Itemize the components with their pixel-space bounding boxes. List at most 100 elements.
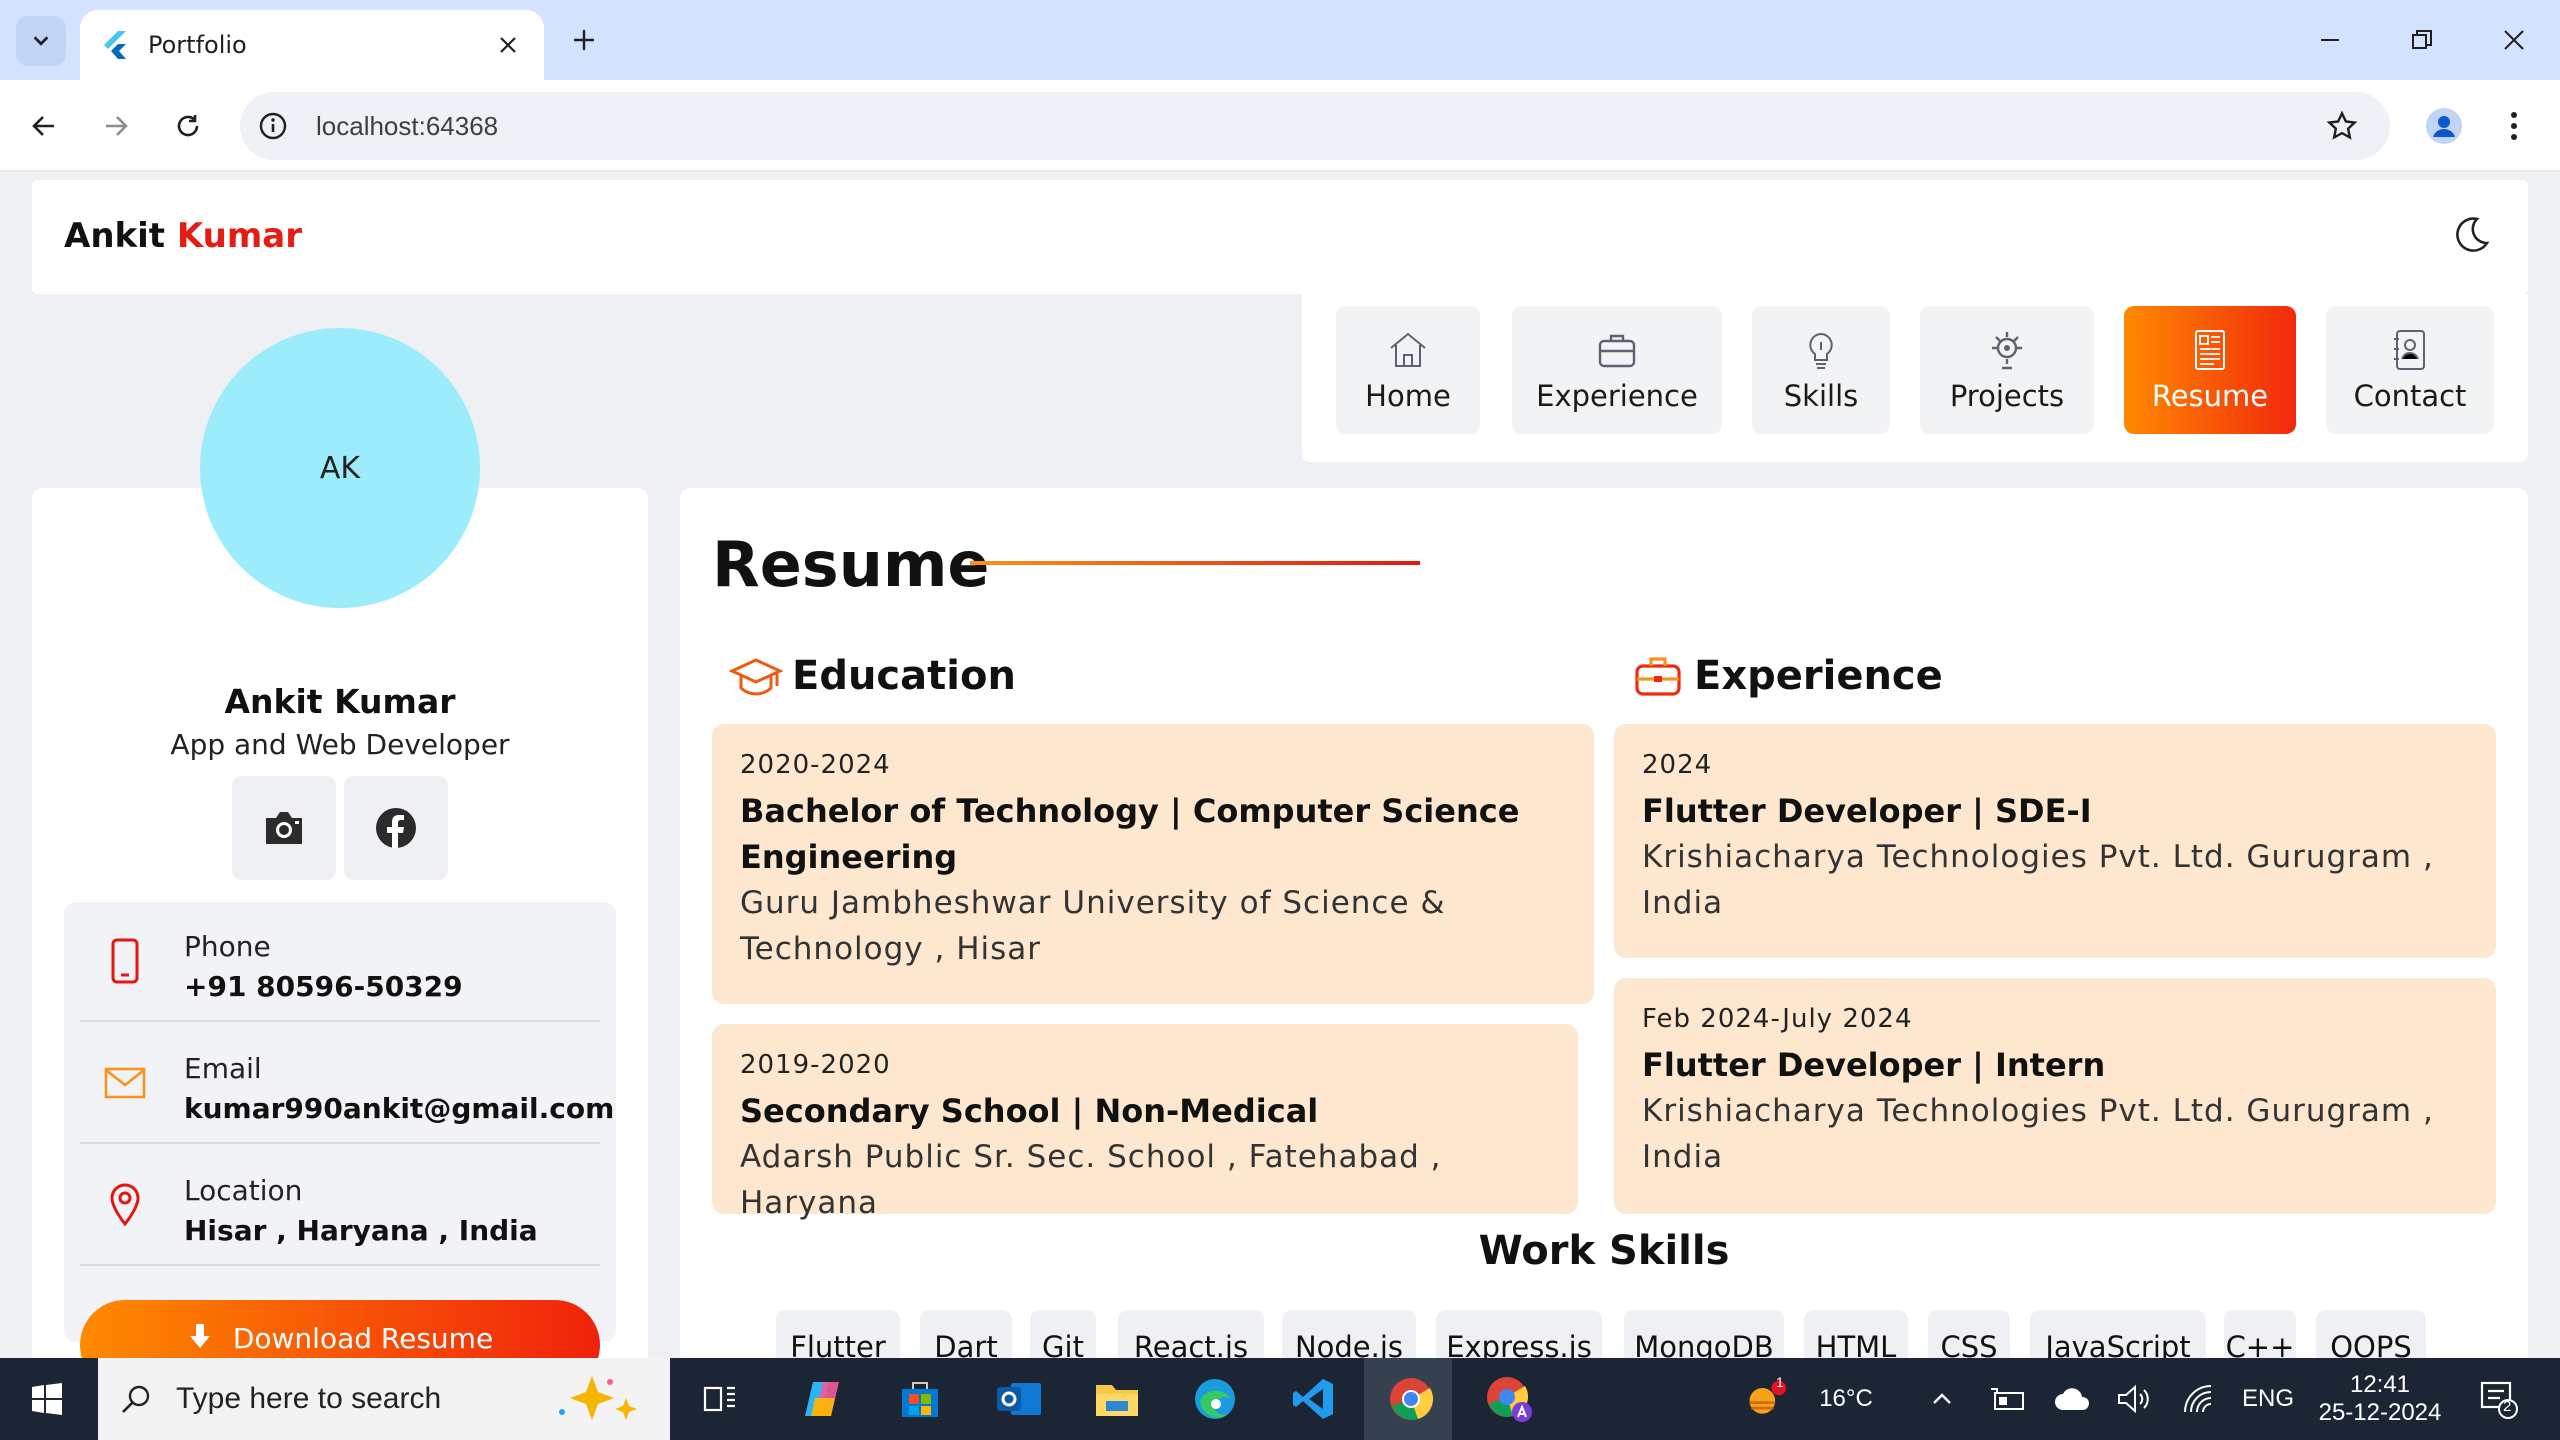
mail-icon [104,1067,146,1099]
portfolio-page: Ankit Kumar Home Experience Skills Proje… [0,172,2560,1358]
experience-role: Flutter Developer | Intern [1642,1046,2106,1084]
nav-projects[interactable]: Projects [1920,306,2094,434]
theme-toggle-button[interactable] [2446,210,2496,260]
briefcase-icon [1598,334,1636,368]
battery-icon [1991,1388,2024,1410]
experience-role: Flutter Developer | SDE-I [1642,792,2092,830]
new-tab-button[interactable] [564,18,604,62]
idea-gear-icon [1992,332,2022,370]
clock-time: 12:41 [2349,1371,2411,1398]
arrow-left-icon [32,116,54,136]
profile-name: Ankit Kumar [224,682,456,721]
task-view-button[interactable] [694,1370,746,1428]
nav-projects-label: Projects [1949,379,2065,413]
experience-years: Feb 2024-July 2024 [1642,1004,1913,1034]
language-indicator[interactable]: ENG [2240,1370,2296,1428]
volume-indicator[interactable] [2114,1370,2154,1428]
bookmark-button[interactable] [2322,106,2362,146]
nav-home-label: Home [1365,379,1451,413]
minimize-button[interactable] [2300,12,2360,68]
outlook-app[interactable] [992,1370,1046,1428]
battery-indicator[interactable] [1988,1370,2028,1428]
file-explorer-app[interactable] [1090,1370,1144,1428]
tab-close-button[interactable] [492,29,524,61]
profile-button[interactable] [2420,102,2468,150]
camera-icon [266,812,302,844]
outlook-icon [997,1383,1041,1415]
skill-chip: Node.js [1282,1310,1416,1358]
clock[interactable]: 12:41 25-12-2024 [2310,1370,2450,1428]
address-bar[interactable]: localhost:64368 [240,92,2390,160]
download-resume-button[interactable]: Download Resume [80,1300,600,1358]
tab-search-button[interactable] [16,16,66,66]
education-heading-text: Education [792,653,1016,699]
contact-location-row[interactable]: Location Hisar , Haryana , India [80,1146,600,1266]
site-header: Ankit Kumar [32,180,2528,294]
nav-home[interactable]: Home [1336,306,1480,434]
education-years: 2019-2020 [740,1050,891,1080]
education-heading: Education [728,648,1016,704]
network-indicator[interactable] [2178,1370,2218,1428]
edge-app[interactable] [1188,1370,1242,1428]
onedrive-indicator[interactable] [2052,1370,2092,1428]
microsoft-store-app[interactable] [894,1370,946,1428]
arrow-right-icon [106,116,128,136]
browser-tab-portfolio[interactable]: Portfolio [80,10,544,80]
notification-center-button[interactable]: 2 [2470,1370,2526,1428]
nav-contact[interactable]: Contact [2326,306,2494,434]
skill-chip: JavaScript [2030,1310,2206,1358]
nav-contact-label: Contact [2353,379,2467,413]
taskbar-search[interactable]: Type here to search [98,1358,670,1440]
browser-menu-button[interactable] [2490,102,2538,150]
tab-title: Portfolio [148,31,247,59]
start-button[interactable] [22,1370,72,1428]
chrome-app[interactable] [1384,1370,1438,1428]
info-icon[interactable] [258,111,288,141]
graduation-cap-icon [729,658,783,696]
url-text: localhost:64368 [316,110,499,141]
phone-value: +91 80596-50329 [184,970,463,1003]
contact-email-row[interactable]: Email kumar990ankit@gmail.com [80,1024,614,1144]
contact-phone-row[interactable]: Phone +91 80596-50329 [80,902,600,1022]
skill-chip: Express.js [1436,1310,1602,1358]
close-window-button[interactable] [2484,12,2544,68]
account-icon [2426,108,2462,144]
experience-company: Krishiacharya Technologies Pvt. Ltd. Gur… [1642,839,2434,921]
forward-button[interactable] [92,102,140,150]
vscode-app[interactable] [1286,1370,1340,1428]
lightbulb-icon [1809,332,1833,369]
facebook-icon [376,808,416,848]
cloud-icon [2055,1388,2090,1410]
store-icon [902,1382,938,1417]
nav-resume[interactable]: Resume [2124,306,2296,434]
reload-button[interactable] [164,102,212,150]
nav-experience[interactable]: Experience [1512,306,1722,434]
back-button[interactable] [20,102,68,150]
resume-section: Resume Education Experience 2020-2024 Ba… [680,488,2528,1358]
experience-heading: Experience [1630,648,1943,704]
restore-icon [2412,30,2432,49]
search-icon [122,1385,150,1413]
show-hidden-icons-button[interactable] [1924,1370,1960,1428]
location-value: Hisar , Haryana , India [184,1214,538,1247]
browser-toolbar: localhost:64368 [0,80,2560,172]
copilot-app[interactable] [796,1370,848,1428]
instagram-link[interactable] [232,776,336,880]
skill-chip: React.js [1118,1310,1264,1358]
clock-date: 25-12-2024 [2318,1399,2442,1426]
brand-logo[interactable]: Ankit Kumar [64,216,302,256]
chevron-down-icon [33,36,49,46]
restore-button[interactable] [2392,12,2452,68]
nav-skills[interactable]: Skills [1752,306,1890,434]
chrome-profile-app[interactable] [1482,1370,1536,1428]
nav-skills-label: Skills [1783,379,1859,413]
education-institution: Adarsh Public Sr. Sec. School , Fatehaba… [740,1139,1442,1221]
copilot-icon [805,1382,839,1416]
download-resume-label: Download Resume [232,1322,494,1355]
experience-heading-text: Experience [1694,653,1943,699]
skill-chip: CSS [1928,1310,2010,1358]
weather-widget[interactable]: 1 [1744,1370,1788,1428]
copilot-sparkle-icon [559,1376,637,1420]
facebook-link[interactable] [344,776,448,880]
home-icon [1390,332,1426,367]
